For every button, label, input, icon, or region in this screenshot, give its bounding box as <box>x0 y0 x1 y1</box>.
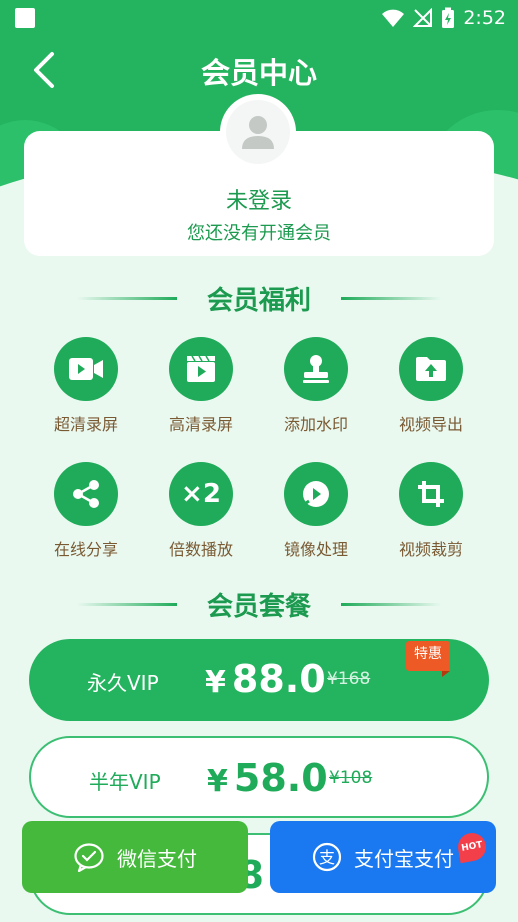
benefit-ultra-hd-record[interactable]: 超清录屏 <box>31 337 141 437</box>
benefit-icon-circle <box>284 337 348 401</box>
benefit-label: 视频裁剪 <box>398 540 463 559</box>
plan-price: ¥58.0 <box>207 756 328 800</box>
plan-original-price: ¥168 <box>327 669 371 689</box>
page-title: 会员中心 <box>200 56 317 90</box>
video-camera-icon <box>69 358 103 380</box>
benefit-video-export[interactable]: 视频导出 <box>376 337 486 437</box>
benefit-icon-circle <box>399 462 463 526</box>
wechat-pay-button[interactable]: 微信支付 <box>22 821 248 893</box>
plan-price-value: 58.0 <box>233 756 328 800</box>
benefit-icon-circle <box>54 462 118 526</box>
wifi-icon <box>382 9 405 27</box>
heading-line-left <box>76 602 177 606</box>
benefits-title: 会员福利 <box>206 285 311 316</box>
crop-icon <box>418 481 444 507</box>
hot-badge: HOT <box>455 830 489 864</box>
status-right: 2:52 <box>381 4 506 32</box>
folder-upload-icon <box>416 357 446 381</box>
benefit-hd-record[interactable]: 高清录屏 <box>146 337 256 437</box>
benefit-speed-play[interactable]: ×2 倍数播放 <box>146 462 256 562</box>
plans-title: 会员套餐 <box>206 591 311 622</box>
speed-x2-icon: ×2 <box>169 462 233 526</box>
currency-symbol: ¥ <box>205 665 226 700</box>
alipay-label: 支付宝支付 <box>354 846 454 871</box>
benefit-label: 超清录屏 <box>53 415 118 434</box>
plan-name: 永久VIP <box>87 671 159 695</box>
benefits-heading: 会员福利 <box>0 278 518 318</box>
benefit-online-share[interactable]: 在线分享 <box>31 462 141 562</box>
no-signal-icon <box>413 8 433 27</box>
stamp-icon <box>303 355 329 383</box>
notification-icon <box>15 8 35 28</box>
plan-name: 半年VIP <box>89 770 161 794</box>
plan-price: ¥88.0 <box>205 657 326 701</box>
avatar[interactable] <box>220 94 296 170</box>
alipay-icon: 支 <box>312 842 342 872</box>
wechat-icon <box>74 843 104 872</box>
benefit-icon-circle <box>399 337 463 401</box>
benefit-label: 高清录屏 <box>168 415 233 434</box>
benefit-watermark[interactable]: 添加水印 <box>261 337 371 437</box>
alipay-button[interactable]: 支 支付宝支付 HOT <box>270 821 496 893</box>
benefit-icon-circle <box>284 462 348 526</box>
wechat-pay-label: 微信支付 <box>117 846 197 871</box>
status-time: 2:52 <box>463 7 506 29</box>
benefit-label: 视频导出 <box>398 415 463 434</box>
heading-line-left <box>76 296 177 300</box>
mirror-icon <box>302 481 329 507</box>
user-icon <box>242 116 274 149</box>
benefit-label: 在线分享 <box>53 540 118 559</box>
plan-original-price: ¥108 <box>329 768 373 788</box>
alipay-symbol: 支 <box>319 848 335 867</box>
speed-x2-text: ×2 <box>181 479 221 509</box>
login-status[interactable]: 未登录 <box>24 183 494 215</box>
benefit-label: 倍数播放 <box>168 540 233 559</box>
battery-charging-icon <box>442 7 455 28</box>
benefit-mirror[interactable]: 镜像处理 <box>261 462 371 562</box>
currency-symbol: ¥ <box>207 764 228 799</box>
benefit-label: 镜像处理 <box>283 540 348 559</box>
membership-status: 您还没有开通会员 <box>187 223 331 244</box>
benefit-icon-circle <box>54 337 118 401</box>
nav-bar: 会员中心 <box>0 40 518 100</box>
status-bar: 2:52 <box>0 0 518 36</box>
discount-tag: 特惠 <box>406 641 450 677</box>
plan-price-value: 88.0 <box>231 657 326 701</box>
heading-line-right <box>341 602 441 606</box>
benefit-label: 添加水印 <box>283 415 348 434</box>
avatar-inner <box>226 100 290 164</box>
plans-heading: 会员套餐 <box>0 584 518 624</box>
share-icon <box>73 480 99 508</box>
plan-half-year-vip[interactable]: 半年VIP ¥58.0 ¥108 <box>29 736 489 818</box>
benefit-icon-circle <box>169 337 233 401</box>
heading-line-right <box>341 296 441 300</box>
clapperboard-icon <box>187 355 215 382</box>
benefit-video-crop[interactable]: 视频裁剪 <box>376 462 486 562</box>
